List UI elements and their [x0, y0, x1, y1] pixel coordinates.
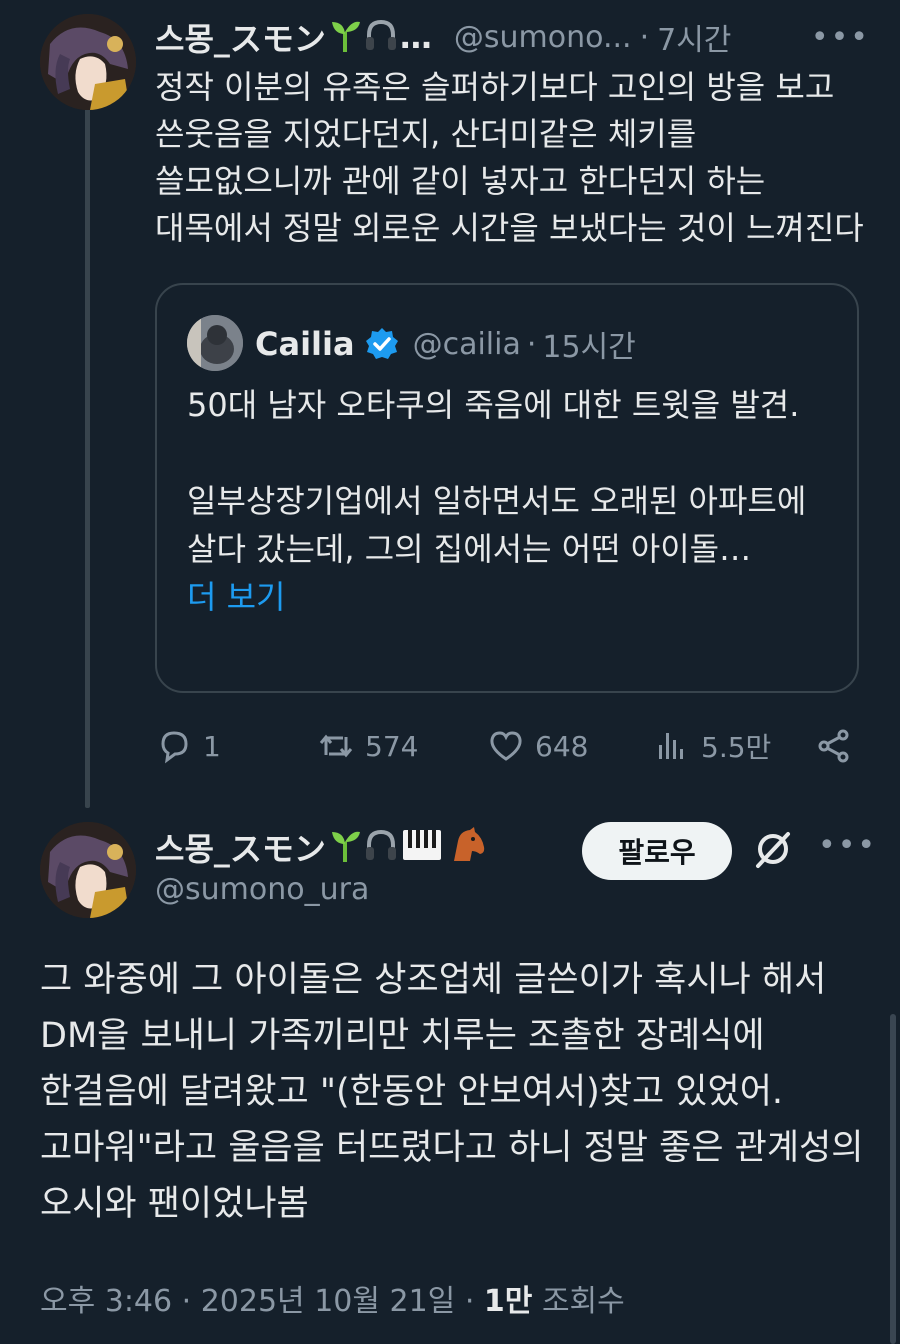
seedling-emoji-icon — [330, 828, 360, 866]
heart-icon — [490, 731, 522, 761]
tweet-actions: 1 574 648 5.5만 — [155, 718, 865, 774]
view-count: 1만 — [483, 1284, 533, 1319]
share-button[interactable] — [815, 718, 863, 774]
quote-header: Cailia @cailia · 15시간 — [255, 317, 636, 371]
quote-avatar[interactable] — [187, 315, 243, 371]
horse-face-emoji-icon — [446, 827, 486, 867]
author-name[interactable]: 스몽_スモン — [155, 824, 326, 870]
quote-text: 50대 남자 오타쿠의 죽음에 대한 트윗을 발견. 일부상장기업에서 일하면서… — [187, 381, 837, 621]
retweet-count: 574 — [365, 729, 419, 763]
seedling-emoji-icon — [330, 18, 360, 56]
tweet-text: 그 와중에 그 아이돌은 상조업체 글쓴이가 혹시나 해서 DM을 보내니 가족… — [40, 960, 864, 1224]
tweet-header: 스몽_スモン … @sumono... · 7시간 ••• — [155, 12, 870, 62]
tweet-thread-page: 스몽_スモン … @sumono... · 7시간 ••• 정작 이분의 유족은… — [0, 0, 900, 1344]
view-count-label: 조회수 — [541, 1284, 625, 1319]
separator-dot: · — [464, 1284, 475, 1319]
thread-connector-line — [85, 108, 90, 808]
tweet-metadata: 오후 3:46 · 2025년 10월 21일 · 1만 조회수 — [40, 1276, 625, 1320]
quote-author-name[interactable]: Cailia — [255, 325, 355, 363]
author-handle[interactable]: @sumono_ura — [155, 872, 369, 907]
separator-dot: · — [526, 326, 537, 362]
share-icon — [818, 729, 849, 763]
views-button[interactable]: 5.5만 — [653, 718, 771, 774]
like-button[interactable]: 648 — [487, 718, 588, 774]
separator-dot: · — [639, 19, 650, 55]
retweet-button[interactable]: 574 — [317, 718, 418, 774]
quote-author-handle[interactable]: @cailia — [413, 327, 521, 362]
tweet-timestamp[interactable]: 오후 3:46 · 2025년 10월 21일 — [40, 1284, 455, 1319]
follow-button[interactable]: 팔로우 — [582, 822, 732, 880]
avatar[interactable] — [40, 14, 136, 110]
like-count: 648 — [535, 729, 589, 763]
retweet-icon — [319, 734, 353, 758]
analytics-icon — [659, 733, 683, 759]
show-more-link[interactable]: 더 보기 — [187, 573, 837, 621]
verified-badge-icon — [365, 327, 399, 361]
quote-paragraph: 일부상장기업에서 일하면서도 오래된 아파트에 살다 갔는데, 그의 집에서는 … — [187, 482, 807, 568]
tweet-text: 정작 이분의 유족은 슬퍼하기보다 고인의 방을 보고 쓴웃음을 지었다던지, … — [155, 68, 864, 247]
more-options-icon[interactable]: ••• — [811, 20, 870, 55]
view-count: 5.5만 — [701, 731, 772, 764]
tweet-time[interactable]: 7시간 — [657, 15, 731, 59]
headphones-emoji-icon — [364, 828, 398, 866]
quoted-tweet-card[interactable]: Cailia @cailia · 15시간 50대 남자 오타쿠의 죽음에 대한… — [155, 283, 859, 693]
avatar[interactable] — [40, 822, 136, 918]
reply-icon — [161, 731, 188, 764]
author-name[interactable]: 스몽_スモン — [155, 14, 326, 60]
author-handle[interactable]: @sumono... — [454, 20, 632, 55]
quote-time[interactable]: 15시간 — [542, 322, 635, 366]
piano-keys-emoji-icon — [402, 828, 442, 866]
reply-count: 1 — [203, 729, 221, 763]
name-emoji-ellipsis: … — [399, 18, 432, 56]
grok-icon[interactable] — [752, 828, 794, 870]
more-options-icon[interactable]: ••• — [818, 828, 877, 863]
scrollbar[interactable] — [890, 1014, 896, 1344]
tweet-header: 스몽_スモン — [155, 822, 486, 872]
quote-paragraph: 50대 남자 오타쿠의 죽음에 대한 트윗을 발견. — [187, 386, 800, 424]
reply-button[interactable]: 1 — [155, 718, 221, 774]
headphones-emoji-icon — [364, 18, 398, 56]
